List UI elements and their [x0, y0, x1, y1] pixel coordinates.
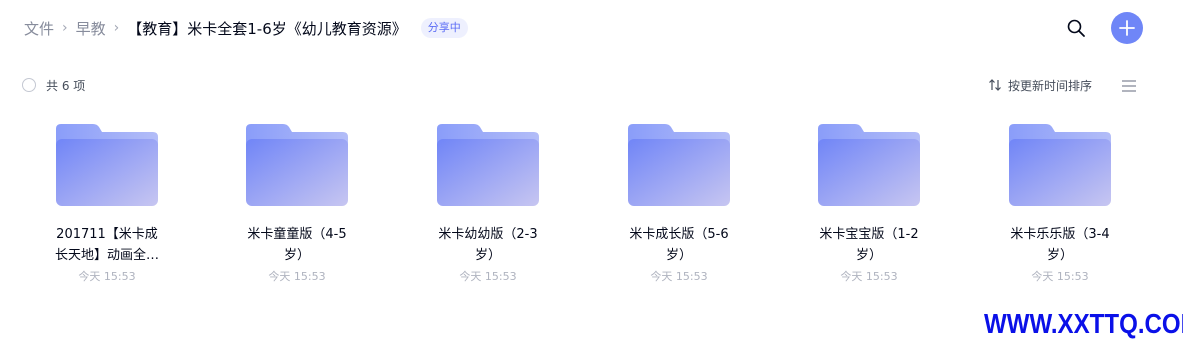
- sharing-status-badge: 分享中: [420, 18, 468, 38]
- folder-icon: [246, 124, 348, 206]
- folder-name: 米卡宝宝版（1-2 岁）: [809, 224, 929, 266]
- modified-time: 今天 15:53: [459, 270, 517, 283]
- folder-name: 201711【米卡成 长天地】动画全…: [47, 224, 167, 266]
- folder-icon: [628, 124, 730, 206]
- breadcrumb-current-folder: 【教育】米卡全套1-6岁《幼儿教育资源》: [127, 19, 407, 38]
- file-browser-page: 文件 › 早教 › 【教育】米卡全套1-6岁《幼儿教育资源》 分享中 共 6 项: [0, 0, 1183, 346]
- folder-item[interactable]: 米卡宝宝版（1-2 岁） 今天 15:53: [799, 116, 939, 291]
- folder-name-line: 米卡乐乐版（3-4: [1010, 227, 1110, 242]
- folder-name: 米卡成长版（5-6 岁）: [619, 224, 739, 266]
- folder-name-line: 长天地】动画全…: [54, 248, 159, 263]
- modified-time: 今天 15:53: [650, 270, 708, 283]
- folder-name: 米卡童童版（4-5 岁）: [237, 224, 357, 266]
- checkbox-circle-icon: [22, 78, 36, 92]
- folder-icon: [1009, 124, 1111, 206]
- modified-time: 今天 15:53: [1031, 270, 1089, 283]
- breadcrumb-item-early-education[interactable]: 早教: [76, 18, 106, 39]
- folder-item[interactable]: 米卡幼幼版（2-3 岁） 今天 15:53: [418, 116, 558, 291]
- breadcrumb-separator-icon: ›: [113, 20, 120, 36]
- folder-name-line: 岁）: [1046, 248, 1073, 263]
- sort-arrows-icon: [989, 79, 1001, 91]
- search-button[interactable]: [1064, 16, 1088, 40]
- folder-name: 米卡幼幼版（2-3 岁）: [428, 224, 548, 266]
- breadcrumb-separator-icon: ›: [62, 20, 68, 36]
- top-bar: 文件 › 早教 › 【教育】米卡全套1-6岁《幼儿教育资源》 分享中: [0, 0, 1183, 56]
- folder-name-line: 岁）: [855, 248, 882, 263]
- modified-time: 今天 15:53: [268, 270, 326, 283]
- folder-name-line: 岁）: [283, 248, 310, 263]
- add-button[interactable]: [1111, 12, 1143, 44]
- folder-item[interactable]: 米卡童童版（4-5 岁） 今天 15:53: [227, 116, 367, 291]
- folder-name-line: 米卡成长版（5-6: [629, 227, 729, 242]
- folder-name-line: 201711【米卡成: [56, 227, 158, 242]
- plus-icon: [1119, 20, 1135, 36]
- modified-time: 今天 15:53: [78, 270, 136, 283]
- breadcrumb: 文件 › 早教 › 【教育】米卡全套1-6岁《幼儿教育资源》 分享中: [24, 16, 468, 40]
- sort-button[interactable]: 按更新时间排序: [988, 76, 1092, 94]
- folder-item[interactable]: 米卡乐乐版（3-4 岁） 今天 15:53: [990, 116, 1130, 291]
- site-watermark: WWW.XXTTQ.COM: [984, 308, 1183, 339]
- folder-name: 米卡乐乐版（3-4 岁）: [1000, 224, 1120, 266]
- folder-icon: [818, 124, 920, 206]
- search-icon: [1067, 19, 1085, 37]
- breadcrumb-item-files[interactable]: 文件: [24, 18, 54, 39]
- folder-name-line: 米卡宝宝版（1-2: [819, 227, 919, 242]
- modified-time: 今天 15:53: [840, 270, 898, 283]
- select-all-checkbox[interactable]: 共 6 项: [22, 76, 85, 94]
- folder-name-line: 米卡童童版（4-5: [247, 227, 347, 242]
- folder-name-line: 岁）: [665, 248, 692, 263]
- file-grid: 201711【米卡成 长天地】动画全… 今天 15:53 米卡童童版（4-5 岁…: [0, 116, 1183, 296]
- folder-icon: [56, 124, 158, 206]
- folder-item[interactable]: 201711【米卡成 长天地】动画全… 今天 15:53: [37, 116, 177, 291]
- item-count-label: 共 6 项: [46, 78, 86, 93]
- folder-icon: [437, 124, 539, 206]
- folder-name-line: 岁）: [474, 248, 501, 263]
- view-toggle-button[interactable]: [1120, 78, 1138, 92]
- list-view-icon: [1122, 80, 1136, 92]
- folder-name-line: 米卡幼幼版（2-3: [438, 227, 538, 242]
- sort-label: 按更新时间排序: [1008, 78, 1093, 93]
- folder-item[interactable]: 米卡成长版（5-6 岁） 今天 15:53: [609, 116, 749, 291]
